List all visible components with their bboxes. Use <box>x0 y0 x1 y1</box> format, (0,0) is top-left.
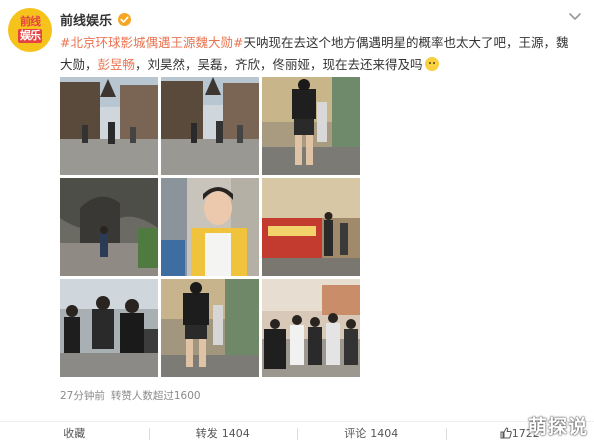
repost-count: 1404 <box>222 427 250 440</box>
repost-summary: 转赞人数超过1600 <box>111 390 201 402</box>
favorite-button[interactable]: 收藏 <box>0 422 149 444</box>
repost-button[interactable]: 转发 1404 <box>149 422 298 444</box>
repost-label: 转发 <box>196 425 218 441</box>
hashtag-link[interactable]: 偶遇王源魏大勋# <box>145 35 243 50</box>
action-bar: 收藏 转发 1404 评论 1404 1722 <box>0 421 594 444</box>
verified-icon <box>118 13 131 26</box>
photo-1[interactable] <box>60 77 158 175</box>
favorite-label: 收藏 <box>63 425 85 441</box>
doge-emoji-icon <box>425 57 439 71</box>
mention-link[interactable]: 彭昱畅 <box>98 57 136 72</box>
comment-label: 评论 <box>344 425 366 441</box>
chevron-down-icon[interactable] <box>568 12 582 22</box>
account-header: 前线娱乐 <box>60 10 131 28</box>
hashtag-link[interactable]: #北京环球影城 <box>60 35 145 50</box>
comment-button[interactable]: 评论 1404 <box>297 422 446 444</box>
photo-8[interactable] <box>161 279 259 377</box>
avatar[interactable]: 前线 娱乐 <box>8 8 52 52</box>
post-meta: 27分钟前转赞人数超过1600 <box>60 388 201 403</box>
photo-9[interactable] <box>262 279 360 377</box>
photo-7[interactable] <box>60 279 158 377</box>
post-time: 27分钟前 <box>60 390 105 402</box>
watermark: 萌探说 <box>528 412 588 439</box>
thumbs-up-icon <box>500 427 512 439</box>
photo-6[interactable] <box>262 178 360 276</box>
photo-grid <box>60 77 360 377</box>
post-body-text: ，刘昊然，吴磊，齐欣，佟丽娅，现在去还来得及吗 <box>135 57 423 72</box>
photo-4[interactable] <box>60 178 158 276</box>
photo-3[interactable] <box>262 77 360 175</box>
post-text: #北京环球影城偶遇王源魏大勋#天呐现在去这个地方偶遇明星的概率也太大了吧，王源，… <box>60 32 580 76</box>
comment-count: 1404 <box>370 427 398 440</box>
account-name[interactable]: 前线娱乐 <box>60 10 112 29</box>
photo-5[interactable] <box>161 178 259 276</box>
avatar-logo: 前线 娱乐 <box>8 15 52 43</box>
photo-2[interactable] <box>161 77 259 175</box>
